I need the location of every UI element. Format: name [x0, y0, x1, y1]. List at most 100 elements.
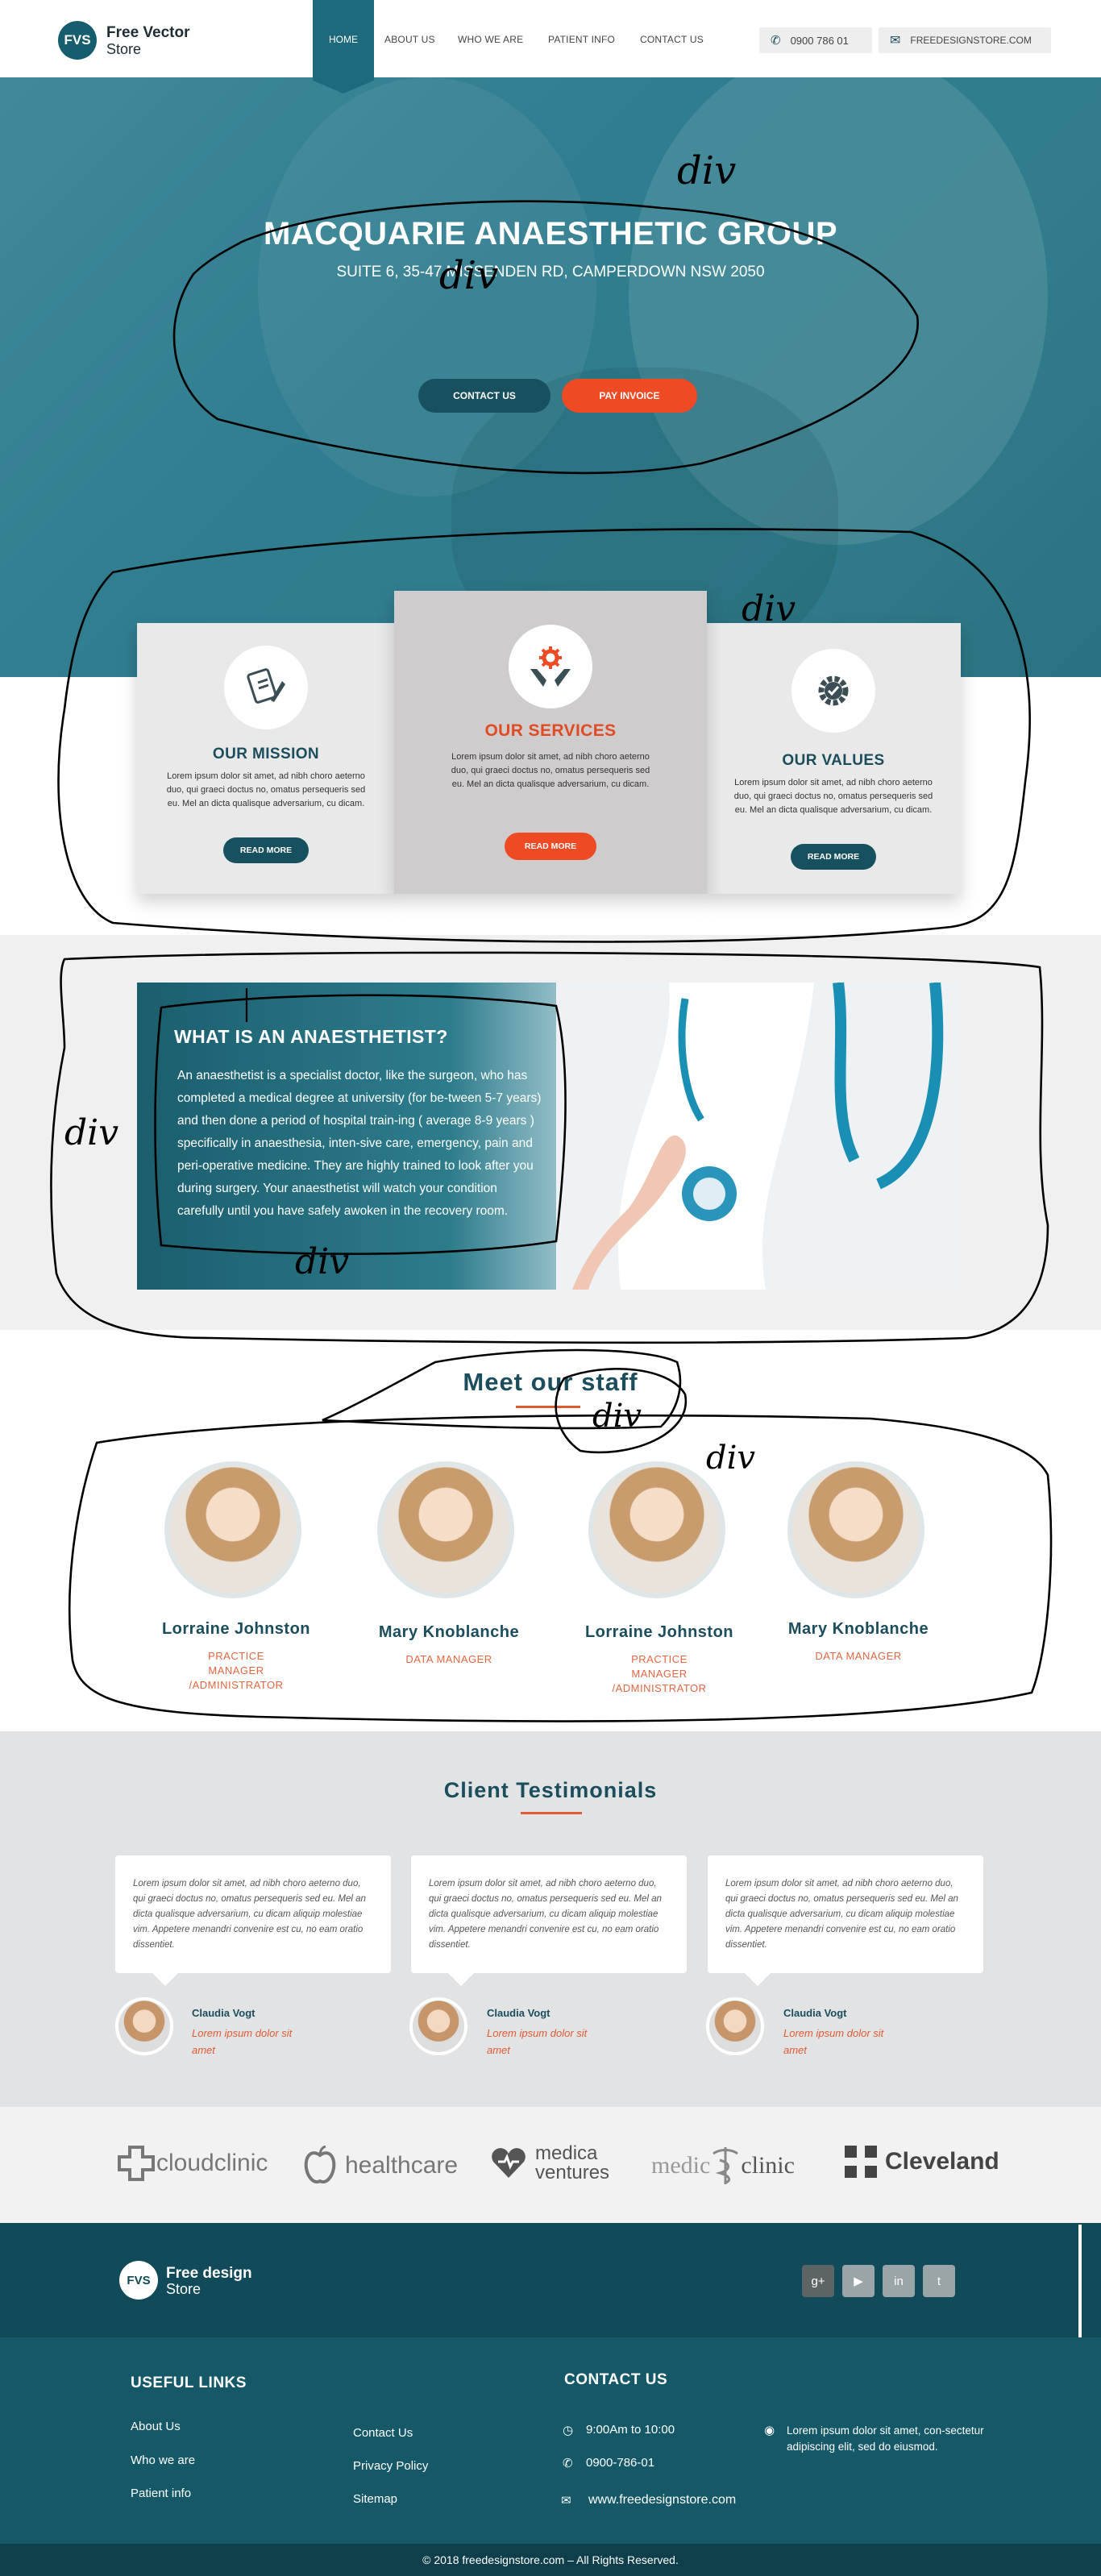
testimonial-avatar — [706, 1997, 764, 2055]
partner-logo-healthcare[interactable]: healthcare — [303, 2146, 458, 2186]
clock-icon: ◷ — [563, 2424, 574, 2437]
copyright-text: © 2018 freedesignstore.com – All Rights … — [422, 2553, 679, 2566]
phone-pill[interactable]: ✆ 0900 786 01 — [759, 27, 872, 53]
email-pill[interactable]: ✉ FREEDESIGNSTORE.COM — [879, 27, 1051, 53]
card-text: Lorem ipsum dolor sit amet, ad nibh chor… — [451, 752, 650, 789]
card-text: Lorem ipsum dolor sit amet, ad nibh chor… — [733, 778, 933, 815]
twitter-icon[interactable]: t — [923, 2265, 955, 2297]
testimonial-desc: Lorem ipsum dolor sit amet — [783, 2027, 884, 2056]
read-more-button[interactable]: READ MORE — [505, 833, 596, 860]
footer-address: Lorem ipsum dolor sit amet, con-sectetur… — [787, 2424, 984, 2453]
testimonial-desc: Lorem ipsum dolor sit amet — [487, 2027, 588, 2056]
stethoscope-photo — [556, 983, 962, 1290]
linkedin-icon[interactable]: in — [883, 2265, 915, 2297]
footer-link[interactable]: About Us — [131, 2420, 181, 2433]
partner-logo-cleveland[interactable]: Cleveland — [845, 2146, 999, 2178]
footer-logo-badge[interactable]: FVS — [119, 2261, 158, 2300]
staff-title: Meet our staff — [463, 1368, 638, 1396]
copyright-bar: © 2018 freedesignstore.com – All Rights … — [0, 2544, 1101, 2576]
card-title: OUR MISSION — [212, 746, 320, 762]
staff-avatar[interactable] — [588, 1461, 725, 1598]
what-title: WHAT IS AN ANAESTHETIST? — [174, 1026, 448, 1047]
mission-card: OUR MISSION Lorem ipsum dolor sit amet, … — [137, 623, 395, 894]
values-card: OUR VALUES Lorem ipsum dolor sit amet, a… — [706, 623, 961, 894]
title-underline — [521, 1812, 582, 1814]
nav-who-we-are[interactable]: WHO WE ARE — [458, 34, 523, 45]
staff-role: DATA MANAGER — [815, 1650, 902, 1662]
testimonials-title: Client Testimonials — [443, 1778, 658, 1802]
youtube-icon[interactable]: ▶ — [842, 2265, 875, 2297]
contact-title: CONTACT US — [564, 2371, 668, 2388]
partner-name: cloudclinic — [156, 2150, 268, 2176]
footer-phone: 0900-786-01 — [586, 2456, 655, 2470]
what-panel: WHAT IS AN ANAESTHETIST? An anaesthetist… — [137, 983, 962, 1290]
logo-text-line2[interactable]: Store — [106, 41, 141, 58]
services-card: OUR SERVICES Lorem ipsum dolor sit amet,… — [394, 591, 707, 894]
phone-icon: ✆ — [771, 34, 781, 48]
testimonial-quote: Lorem ipsum dolor sit amet, ad nibh chor… — [708, 1855, 983, 1986]
partner-name: medic — [651, 2152, 711, 2179]
google-plus-icon[interactable]: g+ — [802, 2265, 834, 2297]
location-icon: ◉ — [764, 2424, 775, 2437]
footer-link[interactable]: Contact Us — [353, 2426, 413, 2440]
staff-role: PRACTICE MANAGER /ADMINISTRATOR — [612, 1653, 707, 1694]
footer-logo-line1: Free design — [166, 2265, 252, 2282]
cross-icon — [118, 2146, 155, 2181]
staff-name: Mary Knoblanche — [787, 1620, 929, 1638]
partner-logo-medic-clinic[interactable]: medic clinic — [651, 2146, 795, 2186]
read-more-button[interactable]: READ MORE — [791, 844, 876, 870]
email-text: FREEDESIGNSTORE.COM — [910, 35, 1032, 46]
staff-role: DATA MANAGER — [405, 1653, 492, 1665]
footer-link[interactable]: Patient info — [131, 2487, 191, 2500]
mail-icon: ✉ — [561, 2494, 571, 2507]
nav-about-us[interactable]: ABOUT US — [384, 34, 435, 45]
nav-home[interactable]: HOME — [313, 0, 374, 93]
partner-name: ventures — [535, 2162, 610, 2183]
testimonial-avatar — [115, 1997, 173, 2055]
partner-logo-cloudclinic[interactable]: cloudclinic — [116, 2146, 268, 2181]
heart-icon — [492, 2148, 526, 2178]
logo-text-line1[interactable]: Free Vector — [106, 24, 190, 42]
partner-name: clinic — [741, 2152, 795, 2179]
nav-contact-us[interactable]: CONTACT US — [640, 34, 704, 45]
card-text: Lorem ipsum dolor sit amet, ad nibh chor… — [166, 771, 366, 808]
gear-check-icon — [791, 649, 875, 733]
sketch-label-div: div — [706, 1440, 755, 1477]
footer-logo-line2: Store — [166, 2281, 202, 2297]
partner-logo-medica-ventures[interactable]: medica ventures — [490, 2144, 609, 2183]
hero-subtitle: SUITE 6, 35-47 MISSENDEN RD, CAMPERDOWN … — [336, 264, 765, 280]
mail-icon: ✉ — [890, 34, 901, 48]
testimonial-avatar — [409, 1997, 467, 2055]
nav-patient-info[interactable]: PATIENT INFO — [548, 34, 615, 45]
testimonial-name: Claudia Vogt — [192, 2007, 256, 2019]
staff-avatar[interactable] — [377, 1461, 514, 1598]
caduceus-icon — [713, 2147, 739, 2184]
title-underline — [516, 1406, 580, 1408]
footer-hours: 9:00Am to 10:00 — [586, 2423, 675, 2437]
testimonial-quote: Lorem ipsum dolor sit amet, ad nibh chor… — [115, 1855, 391, 1986]
footer-link[interactable]: Sitemap — [353, 2492, 397, 2506]
hero-banner — [0, 77, 1101, 677]
sketch-label-div: div — [592, 1398, 642, 1435]
staff-avatar[interactable] — [787, 1461, 924, 1598]
logo-badge[interactable]: FVS — [58, 21, 97, 60]
card-title: OUR SERVICES — [484, 721, 617, 740]
staff-role: PRACTICE MANAGER /ADMINISTRATOR — [189, 1650, 284, 1691]
testimonial-desc: Lorem ipsum dolor sit amet — [192, 2027, 293, 2056]
what-text: An anaesthetist is a specialist doctor, … — [177, 1069, 542, 1218]
partner-name: Cleveland — [885, 2148, 999, 2175]
footer-link[interactable]: Privacy Policy — [353, 2459, 428, 2473]
partner-name: medica — [535, 2142, 598, 2164]
pen-document-icon — [224, 646, 308, 729]
staff-name: Mary Knoblanche — [378, 1623, 520, 1641]
card-title: OUR VALUES — [782, 752, 885, 769]
footer-website[interactable]: www.freedesignstore.com — [588, 2493, 736, 2507]
footer-link[interactable]: Who we are — [131, 2453, 195, 2467]
staff-avatar[interactable] — [164, 1461, 301, 1598]
read-more-button[interactable]: READ MORE — [223, 837, 309, 863]
partner-name: healthcare — [345, 2152, 459, 2179]
site-header: FVS Free Vector Store HOME ABOUT US WHO … — [0, 0, 1101, 93]
hero-contact-button[interactable]: CONTACT US — [418, 379, 550, 413]
pay-invoice-button[interactable]: PAY INVOICE — [562, 379, 697, 413]
useful-links-title: USEFUL LINKS — [131, 2374, 247, 2391]
